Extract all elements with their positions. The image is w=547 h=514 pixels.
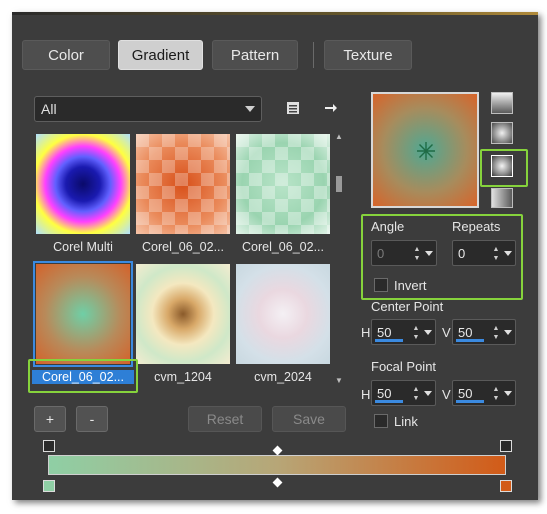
repeats-value: 0 bbox=[458, 246, 466, 261]
angle-value: 0 bbox=[377, 246, 385, 261]
opacity-stop-right[interactable] bbox=[500, 440, 512, 452]
center-point-icon[interactable] bbox=[416, 141, 436, 161]
transparency-checker bbox=[136, 134, 230, 234]
spin-arrows-icon[interactable]: ▲ ▼ bbox=[491, 245, 501, 263]
chevron-down-icon[interactable] bbox=[504, 391, 512, 396]
gradient-thumb[interactable]: cvm_1204 bbox=[136, 264, 230, 384]
scrollbar-thumb[interactable] bbox=[336, 176, 342, 192]
highlight-box bbox=[28, 359, 138, 393]
thumb-label: cvm_1204 bbox=[154, 370, 212, 384]
repeats-label: Repeats bbox=[452, 219, 501, 234]
opacity-stop-left[interactable] bbox=[43, 440, 55, 452]
thumb-label: Corel_06_02... bbox=[141, 240, 224, 254]
scroll-down-icon[interactable]: ▼ bbox=[335, 376, 343, 385]
spin-arrows-icon[interactable]: ▲ ▼ bbox=[412, 245, 422, 263]
add-button[interactable]: + bbox=[34, 406, 66, 432]
category-value: All bbox=[41, 101, 57, 117]
spin-arrows-icon[interactable]: ▲ ▼ bbox=[411, 324, 421, 342]
center-v-spinner[interactable]: 50 ▲ ▼ bbox=[452, 319, 516, 345]
focal-v-label: V bbox=[442, 387, 451, 402]
gradient-editor-bar[interactable] bbox=[48, 455, 506, 475]
linear-type-icon[interactable] bbox=[491, 92, 513, 114]
link-checkbox[interactable] bbox=[374, 414, 388, 428]
thumbnail-scrollbar[interactable]: ▲ ▼ bbox=[333, 132, 343, 388]
tab-texture[interactable]: Texture bbox=[324, 40, 412, 70]
center-h-label: H bbox=[361, 325, 371, 340]
tab-color[interactable]: Color bbox=[22, 40, 110, 70]
focal-v-value: 50 bbox=[458, 386, 473, 401]
center-v-level bbox=[456, 339, 484, 342]
focal-h-spinner[interactable]: 50 ▲ ▼ bbox=[371, 380, 436, 406]
center-h-level bbox=[375, 339, 403, 342]
remove-button[interactable]: - bbox=[76, 406, 108, 432]
repeats-spinner[interactable]: 0 ▲ ▼ bbox=[452, 240, 516, 266]
tab-pattern[interactable]: Pattern bbox=[212, 40, 298, 70]
transparency-checker bbox=[236, 134, 330, 234]
gradient-menu-icon[interactable] bbox=[282, 97, 304, 119]
category-dropdown[interactable]: All bbox=[34, 96, 262, 122]
title-strip bbox=[12, 12, 538, 15]
color-stop-left[interactable] bbox=[43, 480, 55, 492]
scroll-up-icon[interactable]: ▲ bbox=[335, 132, 343, 141]
center-v-value: 50 bbox=[458, 325, 473, 340]
gradient-thumb[interactable]: Corel Multi bbox=[36, 134, 130, 254]
tab-separator bbox=[313, 42, 314, 68]
tab-gradient[interactable]: Gradient bbox=[118, 40, 203, 70]
spin-arrows-icon[interactable]: ▲ ▼ bbox=[491, 385, 501, 403]
chevron-down-icon bbox=[245, 106, 255, 112]
center-h-value: 50 bbox=[377, 325, 392, 340]
center-h-spinner[interactable]: 50 ▲ ▼ bbox=[371, 319, 436, 345]
spin-arrows-icon[interactable]: ▲ ▼ bbox=[491, 324, 501, 342]
color-stop-right[interactable] bbox=[500, 480, 512, 492]
thumb-label: Corel Multi bbox=[53, 240, 113, 254]
focal-v-level bbox=[456, 400, 484, 403]
chevron-down-icon[interactable] bbox=[424, 330, 432, 335]
gradient-thumb[interactable]: Corel_06_02... bbox=[136, 134, 230, 254]
chevron-down-icon[interactable] bbox=[504, 330, 512, 335]
rectangular-type-icon[interactable] bbox=[491, 122, 513, 144]
invert-label[interactable]: Invert bbox=[394, 278, 427, 293]
conical-type-icon[interactable] bbox=[491, 188, 513, 208]
center-v-label: V bbox=[442, 325, 451, 340]
focal-h-level bbox=[375, 400, 403, 403]
focal-h-label: H bbox=[361, 387, 371, 402]
chevron-down-icon[interactable] bbox=[504, 251, 512, 256]
gradient-thumb[interactable]: Corel_06_02... bbox=[236, 134, 330, 254]
thumb-label: Corel_06_02... bbox=[241, 240, 324, 254]
focal-h-value: 50 bbox=[377, 386, 392, 401]
gradient-thumb-selected[interactable]: Corel_06_02... bbox=[32, 261, 134, 384]
arrow-right-icon[interactable] bbox=[320, 97, 342, 119]
angle-label: Angle bbox=[371, 219, 405, 234]
invert-checkbox[interactable] bbox=[374, 278, 388, 292]
focal-point-label: Focal Point bbox=[371, 359, 437, 374]
focal-v-spinner[interactable]: 50 ▲ ▼ bbox=[452, 380, 516, 406]
save-button[interactable]: Save bbox=[272, 406, 346, 432]
gradient-preview[interactable] bbox=[371, 92, 479, 208]
reset-button[interactable]: Reset bbox=[188, 406, 262, 432]
center-point-label: Center Point bbox=[371, 299, 444, 314]
highlight-box bbox=[480, 149, 528, 187]
thumb-label: cvm_2024 bbox=[254, 370, 312, 384]
chevron-down-icon[interactable] bbox=[425, 251, 433, 256]
gradient-thumb[interactable]: cvm_2024 bbox=[236, 264, 330, 384]
link-label[interactable]: Link bbox=[394, 414, 418, 429]
angle-spinner[interactable]: 0 ▲ ▼ bbox=[371, 240, 437, 266]
spin-arrows-icon[interactable]: ▲ ▼ bbox=[411, 385, 421, 403]
chevron-down-icon[interactable] bbox=[424, 391, 432, 396]
